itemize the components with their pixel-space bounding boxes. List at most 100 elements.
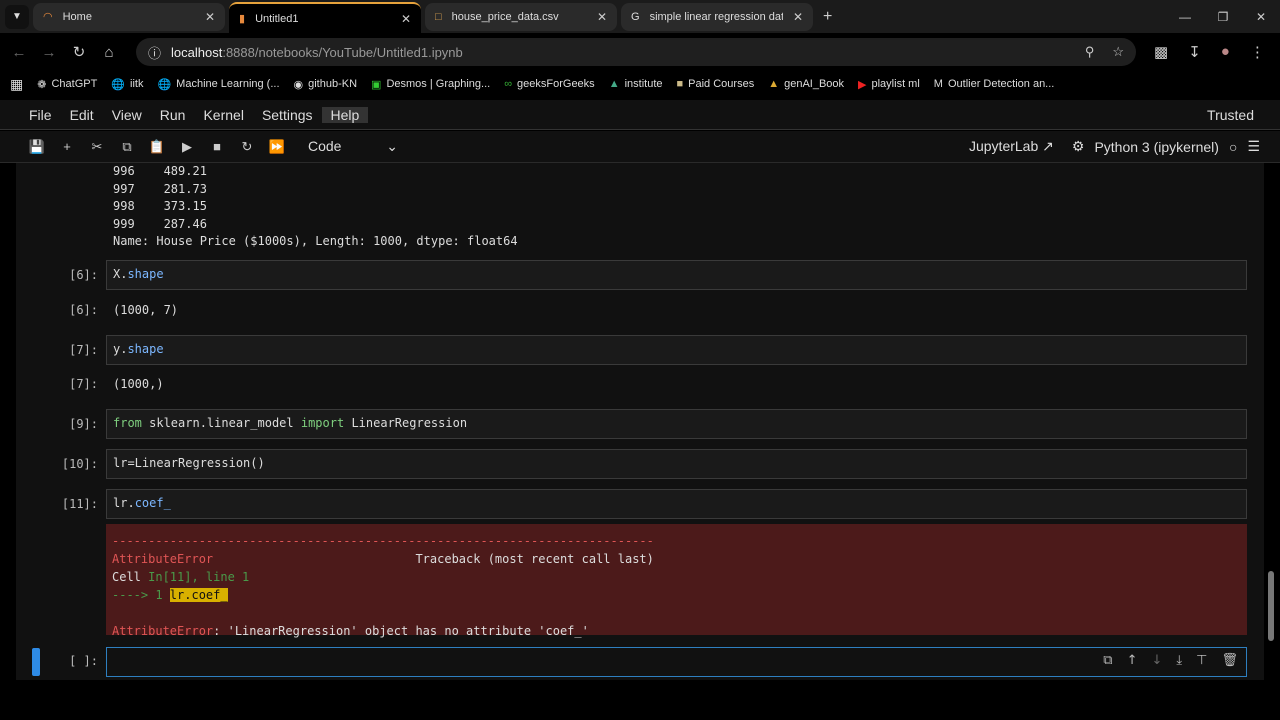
chatgpt-icon: ❁ (37, 78, 47, 91)
home-button[interactable]: ⌂ (94, 44, 124, 61)
run-icon[interactable]: ▶ (172, 139, 202, 155)
menu-view[interactable]: View (103, 107, 151, 123)
tab-home[interactable]: ◠ Home ✕ (33, 2, 225, 31)
menu-help[interactable]: Help (321, 106, 369, 123)
more-icon[interactable]: ⋮ (1250, 43, 1265, 61)
extensions-icon[interactable]: ▩ (1154, 43, 1168, 61)
error-output: ----------------------------------------… (106, 524, 1247, 638)
drive-icon: ▲ (768, 78, 780, 90)
output-line: 998 373.15 (113, 199, 207, 213)
menu-icon[interactable]: ☰ (1247, 138, 1260, 155)
external-link-icon: ↗ (1042, 138, 1054, 154)
fast-forward-icon[interactable]: ⏩ (262, 139, 292, 155)
drive-icon: ▲ (608, 78, 620, 90)
kernel-status-icon: ○ (1228, 138, 1238, 155)
url-input[interactable]: ⓘ localhost:8888/notebooks/YouTube/Untit… (136, 38, 1136, 66)
zoom-icon[interactable]: ⚲ (1085, 44, 1095, 60)
paste-icon[interactable]: 📋 (142, 139, 172, 155)
jupyterlab-link[interactable]: JupyterLab ↗ (969, 138, 1054, 155)
close-icon[interactable]: ✕ (793, 10, 803, 24)
bookmark-item[interactable]: ◉ github-KN (294, 78, 358, 91)
bookmark-item[interactable]: ∞ geeksForGeeks (504, 78, 595, 90)
output-line: 996 489.21 (113, 164, 207, 178)
insert-below-icon[interactable]: ⊤ (1196, 653, 1207, 668)
forward-button[interactable]: → (34, 44, 64, 61)
stop-icon[interactable]: ■ (202, 139, 232, 154)
add-cell-icon[interactable]: + (52, 139, 82, 154)
menu-settings[interactable]: Settings (253, 107, 322, 123)
kernel-name[interactable]: Python 3 (ipykernel) (1094, 139, 1219, 155)
reload-button[interactable]: ↻ (64, 43, 94, 61)
minimize-button[interactable]: — (1166, 10, 1204, 24)
jupyter-menu-bar: File Edit View Run Kernel Settings Help … (0, 100, 1280, 130)
notebook-toolbar: 💾 + ✂ ⧉ 📋 ▶ ■ ↻ ⏩ Code ⌄ JupyterLab ↗ ⚙ P… (0, 131, 1280, 163)
tab-house-price-data[interactable]: □ house_price_data.csv ✕ (425, 2, 617, 31)
output-prompt: [7]: (69, 377, 98, 391)
copy-icon[interactable]: ⧉ (112, 139, 142, 155)
scrollbar[interactable] (1268, 166, 1276, 676)
code-cell-input[interactable]: lr.coef_ (106, 489, 1247, 519)
bookmark-item[interactable]: ▲ institute (609, 78, 663, 90)
tab-search-button[interactable]: ▼ (5, 4, 29, 29)
code-cell-input[interactable]: from sklearn.linear_model import LinearR… (106, 409, 1247, 439)
tab-untitled1[interactable]: ▮ Untitled1 ✕ (229, 2, 421, 33)
globe-icon: 🌐 (157, 78, 172, 91)
new-tab-button[interactable]: + (823, 8, 832, 26)
move-down-icon[interactable]: ↓ (1152, 653, 1163, 668)
bookmark-item[interactable]: ▣ Desmos | Graphing... (371, 78, 490, 91)
output-prompt: [6]: (69, 303, 98, 317)
bookmark-item[interactable]: 🌐 iitk (111, 78, 143, 91)
tab-google-search[interactable]: Gsimple linear regression dataset✕ (621, 2, 813, 31)
bookmarks-bar: ▦ ❁ ChatGPT 🌐 iitk 🌐 Machine Learning (... … (0, 71, 1280, 97)
duplicate-cell-icon[interactable]: ⧉ (1103, 653, 1112, 668)
input-prompt: [10]: (61, 457, 98, 471)
info-icon[interactable]: ⓘ (148, 43, 161, 62)
github-icon: ◉ (293, 78, 304, 91)
medium-icon: M (933, 78, 943, 90)
input-prompt: [7]: (69, 343, 98, 357)
bookmark-item[interactable]: M Outlier Detection an... (934, 78, 1055, 90)
gear-icon[interactable]: ⚙ (1072, 138, 1085, 155)
close-icon[interactable]: ✕ (401, 12, 411, 26)
back-button[interactable]: ← (4, 44, 34, 61)
bookmark-item[interactable]: 🌐 Machine Learning (... (157, 78, 279, 91)
code-cell-input[interactable]: lr=LinearRegression() (106, 449, 1247, 479)
cut-icon[interactable]: ✂ (82, 139, 112, 155)
trusted-indicator[interactable]: Trusted (1207, 107, 1254, 123)
menu-edit[interactable]: Edit (61, 107, 103, 123)
empty-code-cell-input[interactable] (106, 647, 1247, 677)
bookmark-item[interactable]: ▲ genAI_Book (768, 78, 844, 90)
bookmark-item[interactable]: ■ Paid Courses (677, 78, 755, 90)
cell-output: (1000,) (113, 377, 164, 391)
maximize-button[interactable]: ❐ (1204, 10, 1242, 24)
jupyter-icon: ◠ (43, 11, 53, 23)
close-icon[interactable]: ✕ (205, 10, 215, 24)
apps-icon[interactable]: ▦ (10, 76, 23, 93)
code-cell-input[interactable]: X.shape (106, 260, 1247, 290)
save-icon[interactable]: 💾 (22, 139, 52, 155)
restart-icon[interactable]: ↻ (232, 139, 262, 155)
code-cell-input[interactable]: y.shape (106, 335, 1247, 365)
scrollbar-thumb[interactable] (1268, 571, 1274, 641)
chevron-down-icon: ⌄ (386, 138, 398, 154)
download-icon[interactable]: ↧ (1188, 43, 1201, 61)
close-icon[interactable]: ✕ (597, 10, 607, 24)
notebook-area: 996 489.21 997 281.73 998 373.15 999 287… (16, 163, 1264, 680)
avatar[interactable]: ● (1221, 43, 1230, 61)
youtube-icon: ▶ (858, 78, 867, 91)
menu-run[interactable]: Run (151, 107, 195, 123)
cell-output: (1000, 7) (113, 303, 179, 317)
close-window-button[interactable]: ✕ (1242, 10, 1280, 24)
input-prompt: [9]: (69, 417, 98, 431)
input-prompt: [6]: (69, 268, 98, 282)
globe-icon: 🌐 (111, 78, 126, 91)
move-up-icon[interactable]: ↑ (1127, 653, 1138, 668)
delete-cell-icon[interactable]: 🗑 (1221, 653, 1238, 668)
bookmark-item[interactable]: ❁ ChatGPT (37, 78, 97, 91)
bookmark-item[interactable]: ▶ playlist ml (858, 78, 920, 91)
cell-type-select[interactable]: Code ⌄ (308, 138, 398, 155)
menu-kernel[interactable]: Kernel (194, 107, 252, 123)
menu-file[interactable]: File (20, 107, 61, 123)
insert-above-icon[interactable]: ⤓ (1176, 653, 1182, 668)
bookmark-star-icon[interactable]: ☆ (1112, 44, 1124, 60)
